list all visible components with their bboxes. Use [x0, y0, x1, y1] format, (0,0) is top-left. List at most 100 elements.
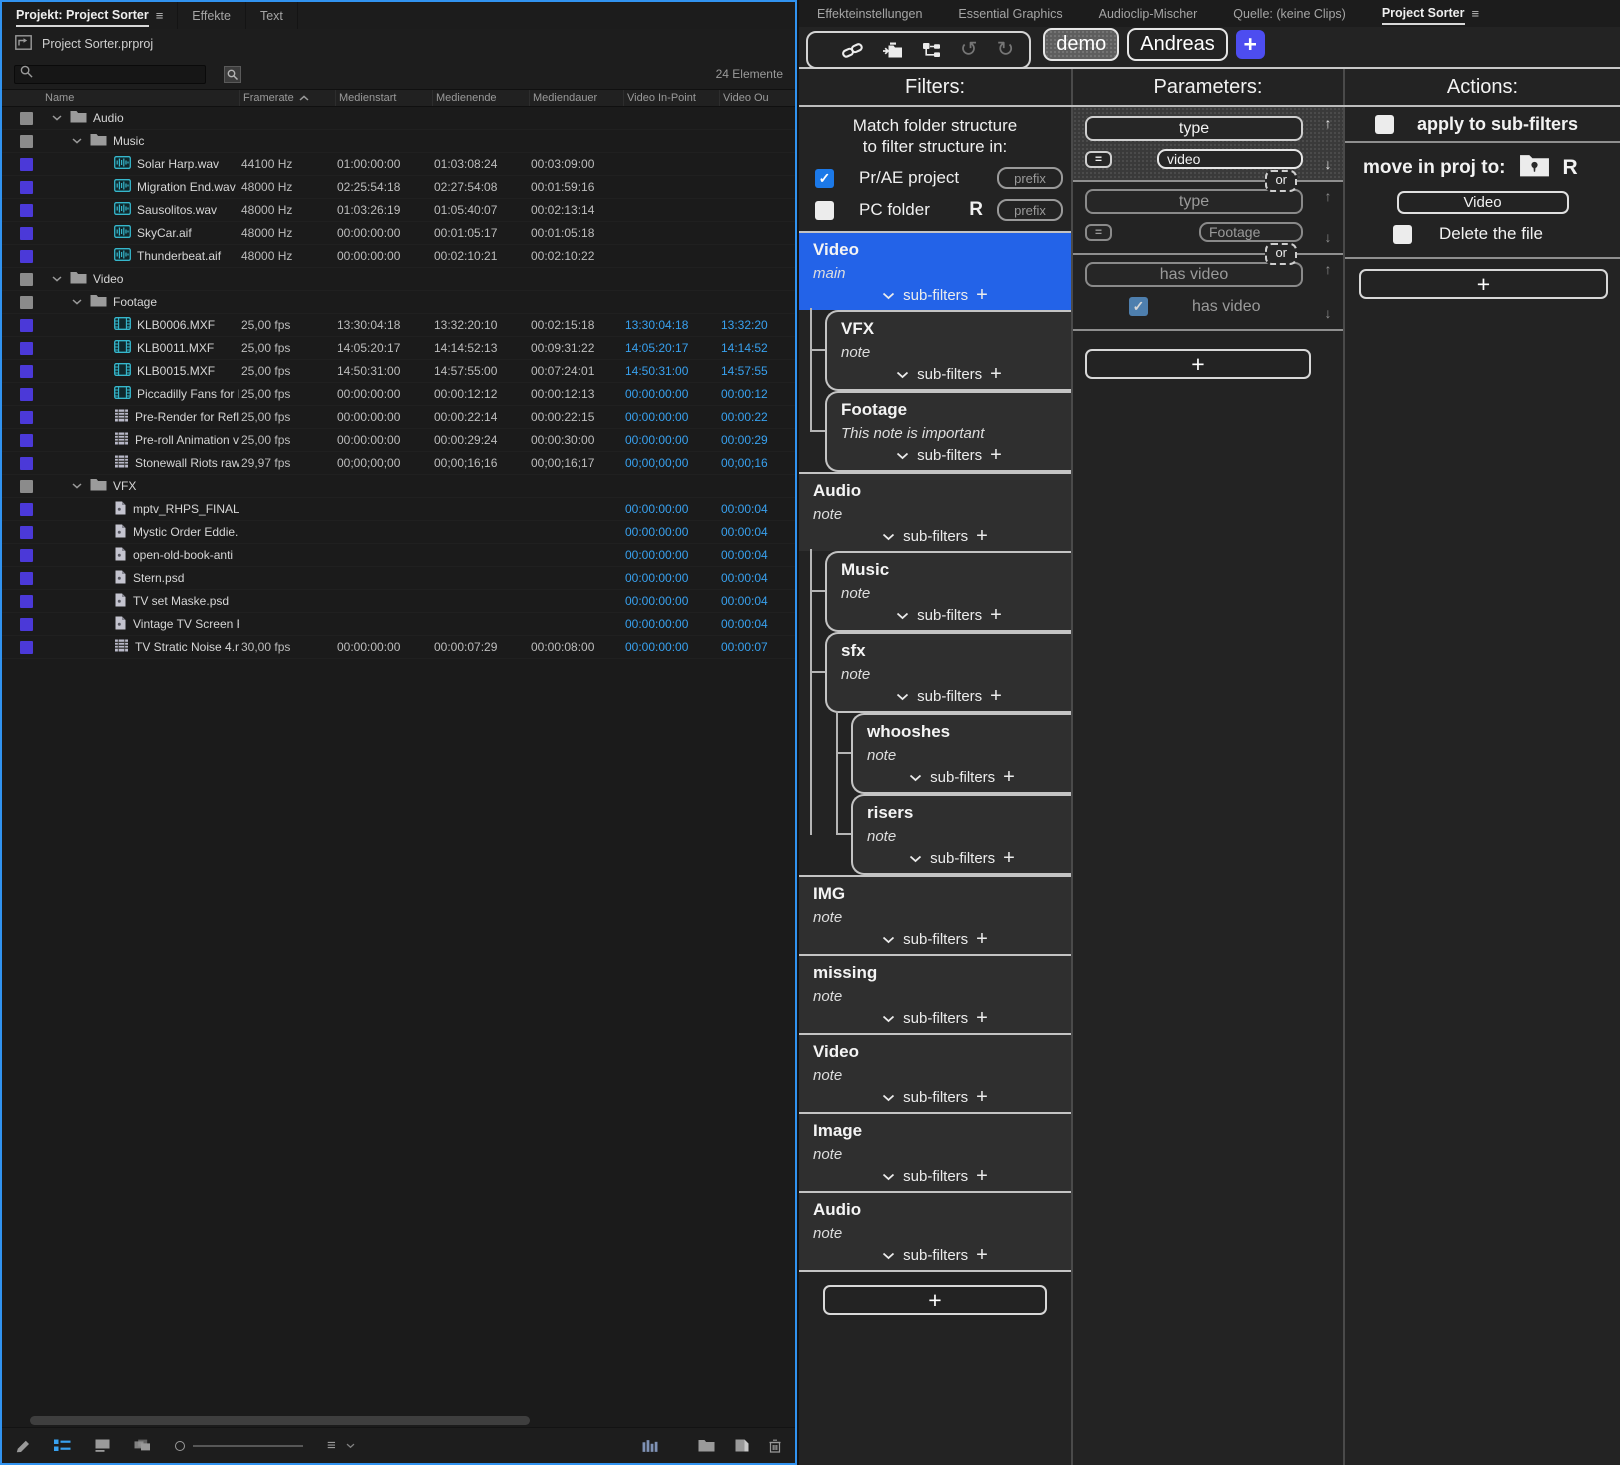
row-name-cell[interactable]: Sausolitos.wav	[42, 202, 239, 218]
add-sub-filter-button[interactable]: +	[990, 366, 1002, 382]
icon-view-button[interactable]	[95, 1439, 110, 1452]
chevron-down-icon[interactable]	[896, 366, 909, 383]
add-parameter-button[interactable]: +	[1085, 349, 1311, 379]
parameter-value-input[interactable]: Footage	[1199, 222, 1303, 242]
pc-folder-checkbox[interactable]	[815, 201, 834, 220]
table-row[interactable]: Solar Harp.wav44100 Hz01:00:00:0001:03:0…	[2, 153, 795, 176]
table-row[interactable]: Stonewall Riots raw29,97 fps00;00;00;000…	[2, 452, 795, 475]
label-color-chip[interactable]	[20, 434, 33, 447]
label-color-chip[interactable]	[20, 342, 33, 355]
pc-folder-prefix-button[interactable]: prefix	[997, 199, 1063, 221]
add-sub-filter-button[interactable]: +	[976, 528, 988, 544]
table-row[interactable]: Pre-Render for Refl25,00 fps00:00:00:000…	[2, 406, 795, 429]
new-bin-button[interactable]	[698, 1439, 715, 1452]
filter-card-Audio[interactable]: Audionotesub-filters+	[799, 472, 1071, 551]
filter-card-IMG[interactable]: IMGnotesub-filters+	[799, 875, 1071, 954]
chevron-down-icon[interactable]	[896, 607, 909, 624]
label-color-chip[interactable]	[20, 204, 33, 217]
label-color-chip[interactable]	[20, 480, 33, 493]
add-sub-filter-button[interactable]: +	[990, 607, 1002, 623]
label-color-chip[interactable]	[20, 273, 33, 286]
row-name-cell[interactable]: Footage	[42, 294, 239, 310]
row-name-cell[interactable]: Stonewall Riots raw	[42, 455, 239, 471]
add-sub-filter-button[interactable]: +	[976, 1089, 988, 1105]
move-up-icon[interactable]: ↑	[1325, 261, 1332, 277]
add-action-button[interactable]: +	[1359, 269, 1608, 299]
expand-caret-icon[interactable]	[50, 276, 64, 282]
table-row[interactable]: KLB0011.MXF25,00 fps14:05:20:1714:14:52:…	[2, 337, 795, 360]
zoom-slider-track[interactable]	[193, 1445, 303, 1447]
row-name-cell[interactable]: Mystic Order Eddie.	[42, 524, 239, 541]
chevron-down-icon[interactable]	[882, 1010, 895, 1027]
add-sub-filter-button[interactable]: +	[990, 688, 1002, 704]
table-row[interactable]: KLB0015.MXF25,00 fps14:50:31:0014:57:55:…	[2, 360, 795, 383]
profile-tab-Andreas[interactable]: Andreas	[1127, 28, 1228, 61]
move-reveal-letter[interactable]: R	[1563, 156, 1578, 180]
column-header-1[interactable]: Framerate	[239, 90, 335, 106]
move-up-icon[interactable]: ↑	[1325, 115, 1332, 131]
add-sub-filter-button[interactable]: +	[976, 287, 988, 303]
filter-card-Footage[interactable]: FootageThis note is importantsub-filters…	[825, 391, 1071, 472]
new-item-button[interactable]	[735, 1439, 749, 1452]
add-sub-filter-button[interactable]: +	[976, 931, 988, 947]
row-name-cell[interactable]: KLB0006.MXF	[42, 317, 239, 333]
horizontal-scrollbar[interactable]	[2, 1414, 795, 1427]
table-row[interactable]: Vintage TV Screen F00:00:00:0000:00:04	[2, 613, 795, 636]
link-icon[interactable]	[842, 43, 863, 58]
row-name-cell[interactable]: open-old-book-anti	[42, 547, 239, 564]
row-name-cell[interactable]: TV Stratic Noise 4.m	[42, 639, 239, 655]
folder-target-icon[interactable]	[1519, 153, 1550, 182]
filter-card-Video[interactable]: Videomainsub-filters+	[799, 231, 1071, 310]
chevron-down-icon[interactable]	[909, 769, 922, 786]
delete-button[interactable]	[769, 1439, 781, 1453]
table-row[interactable]: Migration End.wav48000 Hz02:25:54:1802:2…	[2, 176, 795, 199]
row-name-cell[interactable]: Piccadilly Fans for R	[42, 386, 239, 402]
undo-icon[interactable]: ↺	[960, 40, 978, 60]
column-header-0[interactable]: Name	[42, 90, 239, 106]
chevron-down-icon[interactable]	[882, 528, 895, 545]
project-tab-2[interactable]: Text	[246, 2, 298, 29]
or-operator-badge[interactable]: or	[1265, 243, 1297, 265]
row-name-cell[interactable]: KLB0015.MXF	[42, 363, 239, 379]
pr-ae-prefix-button[interactable]: prefix	[997, 167, 1063, 189]
table-row[interactable]: Mystic Order Eddie.00:00:00:0000:00:04	[2, 521, 795, 544]
expand-caret-icon[interactable]	[70, 138, 84, 144]
move-to-bin-icon[interactable]	[882, 42, 903, 58]
row-name-cell[interactable]: Vintage TV Screen F	[42, 616, 239, 633]
add-sub-filter-button[interactable]: +	[990, 447, 1002, 463]
filter-card-risers[interactable]: risersnotesub-filters+	[851, 794, 1071, 875]
filter-card-VFX[interactable]: VFXnotesub-filters+	[825, 310, 1071, 391]
row-name-cell[interactable]: SkyCar.aif	[42, 225, 239, 241]
table-row[interactable]: TV set Maske.psd00:00:00:0000:00:04	[2, 590, 795, 613]
add-sub-filter-button[interactable]: +	[976, 1010, 988, 1026]
row-name-cell[interactable]: KLB0011.MXF	[42, 340, 239, 356]
chevron-down-icon[interactable]	[909, 850, 922, 867]
parameter-title-button[interactable]: has video	[1085, 262, 1303, 287]
table-row[interactable]: Thunderbeat.aif48000 Hz00:00:00:0000:02:…	[2, 245, 795, 268]
label-color-chip[interactable]	[20, 181, 33, 194]
filter-card-whooshes[interactable]: whooshesnotesub-filters+	[851, 713, 1071, 794]
column-header-4[interactable]: Mediendauer	[529, 90, 623, 106]
column-header-5[interactable]: Video In-Point	[623, 90, 719, 106]
chevron-down-icon[interactable]	[882, 287, 895, 304]
table-row[interactable]: KLB0006.MXF25,00 fps13:30:04:1813:32:20:…	[2, 314, 795, 337]
add-filter-button[interactable]: +	[823, 1285, 1047, 1315]
expand-caret-icon[interactable]	[70, 299, 84, 305]
label-color-chip[interactable]	[20, 250, 33, 263]
column-header-3[interactable]: Medienende	[432, 90, 529, 106]
filter-card-Audio[interactable]: Audionotesub-filters+	[799, 1191, 1071, 1270]
label-color-chip[interactable]	[20, 595, 33, 608]
row-name-cell[interactable]: Solar Harp.wav	[42, 156, 239, 172]
add-sub-filter-button[interactable]: +	[976, 1168, 988, 1184]
filter-card-missing[interactable]: missingnotesub-filters+	[799, 954, 1071, 1033]
row-name-cell[interactable]: mptv_RHPS_FINAL	[42, 501, 239, 518]
parameter-title-button[interactable]: type	[1085, 116, 1303, 141]
chevron-down-icon[interactable]	[882, 1168, 895, 1185]
horizontal-scrollbar-thumb[interactable]	[30, 1416, 530, 1425]
find-in-bin-button[interactable]	[224, 66, 241, 83]
label-color-chip[interactable]	[20, 572, 33, 585]
label-color-chip[interactable]	[20, 135, 33, 148]
parameter-card-2[interactable]: has video✓has video↑↓	[1073, 253, 1343, 331]
chevron-down-icon[interactable]	[882, 1089, 895, 1106]
row-name-cell[interactable]: Video	[42, 271, 239, 287]
